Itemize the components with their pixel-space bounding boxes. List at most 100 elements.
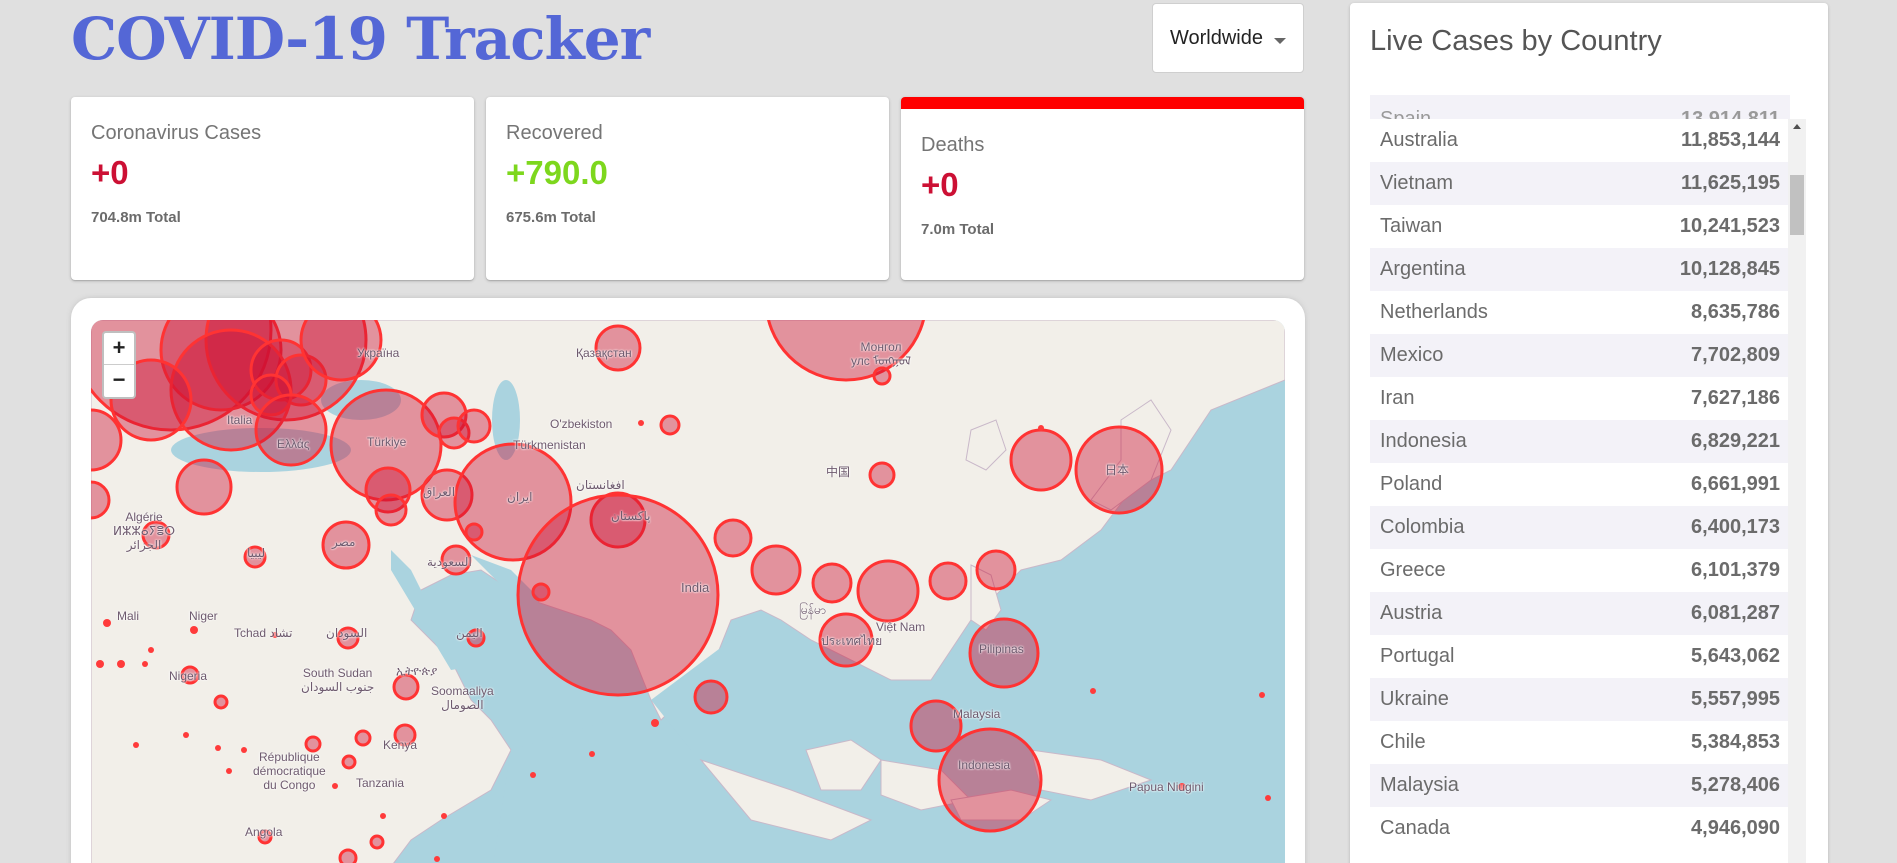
zoom-control: + −	[102, 331, 136, 399]
country-name: Greece	[1380, 559, 1446, 581]
case-circle	[393, 723, 417, 747]
app-title: COVID-19 Tracker	[71, 5, 650, 73]
live-cases-title: Live Cases by Country	[1370, 25, 1662, 57]
case-circle	[456, 408, 492, 444]
cases-card[interactable]: Coronavirus Cases +0 704.8m Total	[71, 97, 474, 280]
zoom-in-button[interactable]: +	[104, 333, 134, 365]
case-circle	[304, 735, 322, 753]
table-row: Poland 6,661,991	[1370, 463, 1790, 506]
country-name: Portugal	[1380, 645, 1455, 667]
country-cases: 10,128,845	[1586, 248, 1790, 291]
case-dot	[190, 626, 198, 634]
table-row: Iran 7,627,186	[1370, 377, 1790, 420]
world-map[interactable]: Қазақстан Монгол улс ᠮᠣᠩᠭᠣᠯ Україна O'zb…	[91, 320, 1285, 863]
case-circle	[659, 414, 681, 436]
case-circles	[91, 320, 1271, 863]
table-row: Australia 11,853,144	[1370, 119, 1790, 162]
case-circle	[374, 493, 408, 527]
case-circle	[336, 626, 360, 650]
case-dot	[272, 632, 278, 638]
country-name: Ukraine	[1370, 678, 1587, 721]
case-dot	[96, 660, 104, 668]
case-circle	[464, 522, 484, 542]
case-dot	[133, 742, 139, 748]
country-cases: 6,661,991	[1691, 473, 1780, 495]
country-name: Mexico	[1370, 334, 1587, 377]
case-dot	[215, 745, 221, 751]
table-row: Mexico 7,702,809	[1370, 334, 1790, 377]
case-circle	[341, 754, 357, 770]
case-dot	[183, 732, 189, 738]
country-cases: 5,643,062	[1691, 645, 1780, 667]
case-circle	[594, 324, 642, 372]
table-row: Ukraine 5,557,995	[1370, 678, 1790, 721]
deaths-total: 7.0m Total	[921, 221, 995, 238]
table-row: Portugal 5,643,062	[1370, 635, 1790, 678]
table-row: Chile 5,384,853	[1370, 721, 1790, 764]
case-dot	[638, 420, 644, 426]
case-dot	[241, 747, 247, 753]
live-cases-panel: Live Cases by Country Spain 13,914,811 A…	[1350, 3, 1828, 863]
case-circle	[243, 545, 267, 569]
case-circle	[811, 562, 853, 604]
country-select-value: Worldwide	[1170, 26, 1263, 49]
country-cases: 8,635,786	[1691, 301, 1780, 323]
recovered-total: 675.6m Total	[506, 209, 596, 226]
map-card: Қазақстан Монгол улс ᠮᠣᠩᠭᠣᠯ Україна O'zb…	[71, 298, 1305, 863]
cases-value: +0	[91, 154, 129, 191]
table-row: Greece 6,101,379	[1370, 549, 1790, 592]
cases-label: Coronavirus Cases	[91, 122, 262, 144]
country-cases: 4,946,090	[1691, 817, 1780, 839]
case-dot	[142, 661, 148, 667]
case-circle	[868, 461, 896, 489]
country-cases: 13,914,811	[1586, 95, 1790, 119]
case-dot	[441, 813, 447, 819]
case-circle	[321, 520, 371, 570]
case-dot	[589, 751, 595, 757]
app: COVID-19 Tracker Worldwide Coronavirus C…	[0, 0, 1897, 863]
country-name: Poland	[1380, 473, 1443, 495]
country-name: Argentina	[1370, 248, 1587, 291]
country-cases: 6,400,173	[1586, 506, 1790, 549]
country-cases: 7,627,186	[1691, 387, 1780, 409]
country-cases: 11,625,195	[1586, 162, 1790, 205]
country-name: Colombia	[1370, 506, 1587, 549]
case-circle	[750, 544, 802, 596]
chevron-down-icon	[1274, 38, 1286, 44]
case-circle	[141, 520, 171, 550]
recovered-card[interactable]: Recovered +790.0 675.6m Total	[486, 97, 889, 280]
table-row: Indonesia 6,829,221	[1370, 420, 1790, 463]
case-circle	[693, 679, 729, 715]
case-circle	[767, 320, 925, 382]
zoom-out-button[interactable]: −	[104, 365, 134, 397]
table-scrollbar[interactable]	[1788, 119, 1806, 863]
scroll-up-icon[interactable]	[1793, 124, 1801, 129]
country-cases: 10,241,523	[1679, 215, 1780, 237]
recovered-value: +790.0	[506, 154, 608, 191]
live-cases-table-wrapper[interactable]: Spain 13,914,811 Australia 11,853,144 Viet…	[1370, 95, 1808, 863]
case-circle	[968, 617, 1040, 689]
case-dot	[103, 619, 111, 627]
scrollbar-thumb[interactable]	[1790, 175, 1804, 235]
country-name: Austria	[1370, 592, 1587, 635]
case-circle	[975, 549, 1017, 591]
table-row: Netherlands 8,635,786	[1370, 291, 1790, 334]
case-circle	[392, 673, 420, 701]
case-circle	[466, 628, 486, 648]
case-circle	[818, 612, 874, 668]
case-circle	[872, 366, 892, 386]
case-dot	[380, 813, 386, 819]
country-name: Indonesia	[1370, 420, 1587, 463]
country-cases: 6,829,221	[1586, 420, 1790, 463]
table-row: Argentina 10,128,845	[1370, 248, 1790, 291]
case-dot	[332, 783, 338, 789]
country-name: Malaysia	[1370, 764, 1587, 807]
table-row: Malaysia 5,278,406	[1370, 764, 1790, 807]
deaths-card[interactable]: Deaths +0 7.0m Total	[901, 97, 1304, 280]
country-select[interactable]: Worldwide	[1152, 3, 1304, 73]
case-circle	[175, 458, 233, 516]
country-name: Spain	[1370, 95, 1587, 119]
country-cases: 5,278,406	[1586, 764, 1790, 807]
case-dot	[1178, 783, 1186, 791]
case-circle	[713, 518, 753, 558]
